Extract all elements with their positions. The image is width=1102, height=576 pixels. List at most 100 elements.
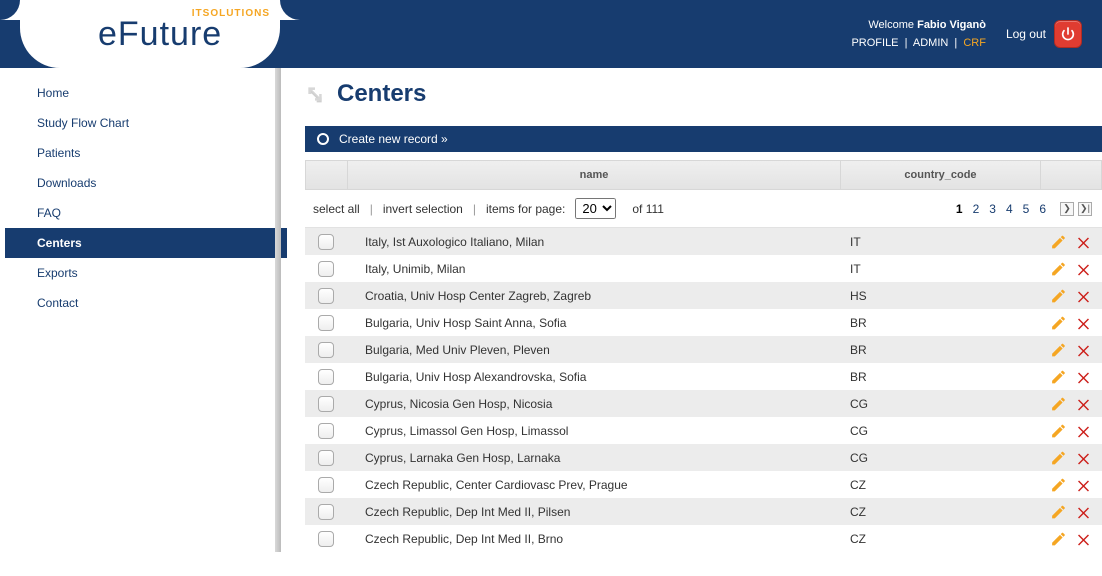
sidebar-item-study-flow-chart[interactable]: Study Flow Chart [5, 108, 287, 138]
col-actions [1041, 161, 1101, 189]
row-checkbox[interactable] [318, 288, 334, 304]
edit-icon[interactable] [1050, 449, 1067, 467]
row-name: Bulgaria, Med Univ Pleven, Pleven [347, 343, 842, 357]
pager: 123456 ❯ ❯| [956, 202, 1092, 216]
create-record-link[interactable]: Create new record » [339, 132, 448, 146]
pager-next-icon[interactable]: ❯ [1060, 202, 1074, 216]
page-1[interactable]: 1 [956, 202, 963, 216]
sidebar-item-exports[interactable]: Exports [5, 258, 287, 288]
row-name: Czech Republic, Dep Int Med II, Brno [347, 532, 842, 546]
delete-icon[interactable] [1075, 449, 1092, 467]
edit-icon[interactable] [1050, 341, 1067, 359]
row-name: Cyprus, Larnaka Gen Hosp, Larnaka [347, 451, 842, 465]
page-2[interactable]: 2 [973, 202, 980, 216]
circle-icon [317, 133, 329, 145]
delete-icon[interactable] [1075, 233, 1092, 251]
welcome-block: Welcome Fabio Viganò PROFILE | ADMIN | C… [851, 16, 986, 52]
delete-icon[interactable] [1075, 368, 1092, 386]
table-controls: select all | invert selection | items fo… [305, 190, 1102, 228]
edit-icon[interactable] [1050, 395, 1067, 413]
table-header: name country_code [305, 160, 1102, 190]
profile-link[interactable]: PROFILE [851, 37, 898, 49]
edit-icon[interactable] [1050, 233, 1067, 251]
delete-icon[interactable] [1075, 530, 1092, 548]
table-row: Cyprus, Nicosia Gen Hosp, NicosiaCG [305, 390, 1102, 417]
row-checkbox[interactable] [318, 477, 334, 493]
row-checkbox[interactable] [318, 315, 334, 331]
sidebar-item-patients[interactable]: Patients [5, 138, 287, 168]
row-checkbox[interactable] [318, 342, 334, 358]
delete-icon[interactable] [1075, 476, 1092, 494]
table-row: Italy, Ist Auxologico Italiano, MilanIT [305, 228, 1102, 255]
row-checkbox[interactable] [318, 531, 334, 547]
delete-icon[interactable] [1075, 422, 1092, 440]
delete-icon[interactable] [1075, 395, 1092, 413]
edit-icon[interactable] [1050, 314, 1067, 332]
sidebar-item-downloads[interactable]: Downloads [5, 168, 287, 198]
page-3[interactable]: 3 [989, 202, 996, 216]
row-country-code: BR [842, 370, 1042, 384]
edit-icon[interactable] [1050, 503, 1067, 521]
row-checkbox[interactable] [318, 369, 334, 385]
pager-last-icon[interactable]: ❯| [1078, 202, 1092, 216]
row-country-code: CZ [842, 478, 1042, 492]
sidebar-resize-handle[interactable] [275, 68, 281, 552]
delete-icon[interactable] [1075, 503, 1092, 521]
row-name: Czech Republic, Center Cardiovasc Prev, … [347, 478, 842, 492]
page-4[interactable]: 4 [1006, 202, 1013, 216]
row-checkbox[interactable] [318, 450, 334, 466]
delete-icon[interactable] [1075, 341, 1092, 359]
col-country-code[interactable]: country_code [841, 161, 1041, 189]
delete-icon[interactable] [1075, 314, 1092, 332]
sidebar-item-contact[interactable]: Contact [5, 288, 287, 318]
row-name: Bulgaria, Univ Hosp Alexandrovska, Sofia [347, 370, 842, 384]
sidebar-nav: HomeStudy Flow ChartPatientsDownloadsFAQ… [5, 78, 287, 318]
crf-link[interactable]: CRF [963, 37, 986, 49]
arrow-down-right-icon [305, 84, 325, 104]
sidebar-item-faq[interactable]: FAQ [5, 198, 287, 228]
table-body: Italy, Ist Auxologico Italiano, MilanITI… [305, 228, 1102, 552]
items-per-page-label: items for page: [486, 202, 565, 216]
table-row: Italy, Unimib, MilanIT [305, 255, 1102, 282]
row-country-code: CZ [842, 505, 1042, 519]
delete-icon[interactable] [1075, 260, 1092, 278]
page-6[interactable]: 6 [1039, 202, 1046, 216]
select-all-link[interactable]: select all [313, 202, 360, 216]
row-checkbox[interactable] [318, 396, 334, 412]
table-row: Czech Republic, Dep Int Med II, BrnoCZ [305, 525, 1102, 552]
col-checkbox [306, 161, 348, 189]
edit-icon[interactable] [1050, 422, 1067, 440]
edit-icon[interactable] [1050, 476, 1067, 494]
welcome-prefix: Welcome [868, 19, 914, 31]
edit-icon[interactable] [1050, 260, 1067, 278]
row-name: Croatia, Univ Hosp Center Zagreb, Zagreb [347, 289, 842, 303]
logo[interactable]: ITSOLUTIONS eFuture [20, 0, 280, 68]
edit-icon[interactable] [1050, 287, 1067, 305]
logo-text: eFuture [98, 19, 280, 49]
row-country-code: CG [842, 424, 1042, 438]
table-row: Cyprus, Limassol Gen Hosp, LimassolCG [305, 417, 1102, 444]
table-row: Czech Republic, Center Cardiovasc Prev, … [305, 471, 1102, 498]
row-checkbox[interactable] [318, 423, 334, 439]
invert-selection-link[interactable]: invert selection [383, 202, 463, 216]
sidebar-item-home[interactable]: Home [5, 78, 287, 108]
admin-link[interactable]: ADMIN [913, 37, 948, 49]
create-record-bar[interactable]: Create new record » [305, 126, 1102, 152]
row-country-code: IT [842, 235, 1042, 249]
col-name[interactable]: name [348, 161, 841, 189]
row-name: Cyprus, Limassol Gen Hosp, Limassol [347, 424, 842, 438]
row-checkbox[interactable] [318, 234, 334, 250]
edit-icon[interactable] [1050, 530, 1067, 548]
row-checkbox[interactable] [318, 504, 334, 520]
of-label: of [632, 202, 642, 216]
logout-button[interactable]: Log out [1006, 20, 1082, 48]
table-row: Cyprus, Larnaka Gen Hosp, LarnakaCG [305, 444, 1102, 471]
row-country-code: BR [842, 316, 1042, 330]
delete-icon[interactable] [1075, 287, 1092, 305]
row-country-code: CG [842, 397, 1042, 411]
page-5[interactable]: 5 [1023, 202, 1030, 216]
sidebar-item-centers[interactable]: Centers [5, 228, 287, 258]
edit-icon[interactable] [1050, 368, 1067, 386]
items-per-page-select[interactable]: 20 [575, 198, 616, 219]
row-checkbox[interactable] [318, 261, 334, 277]
